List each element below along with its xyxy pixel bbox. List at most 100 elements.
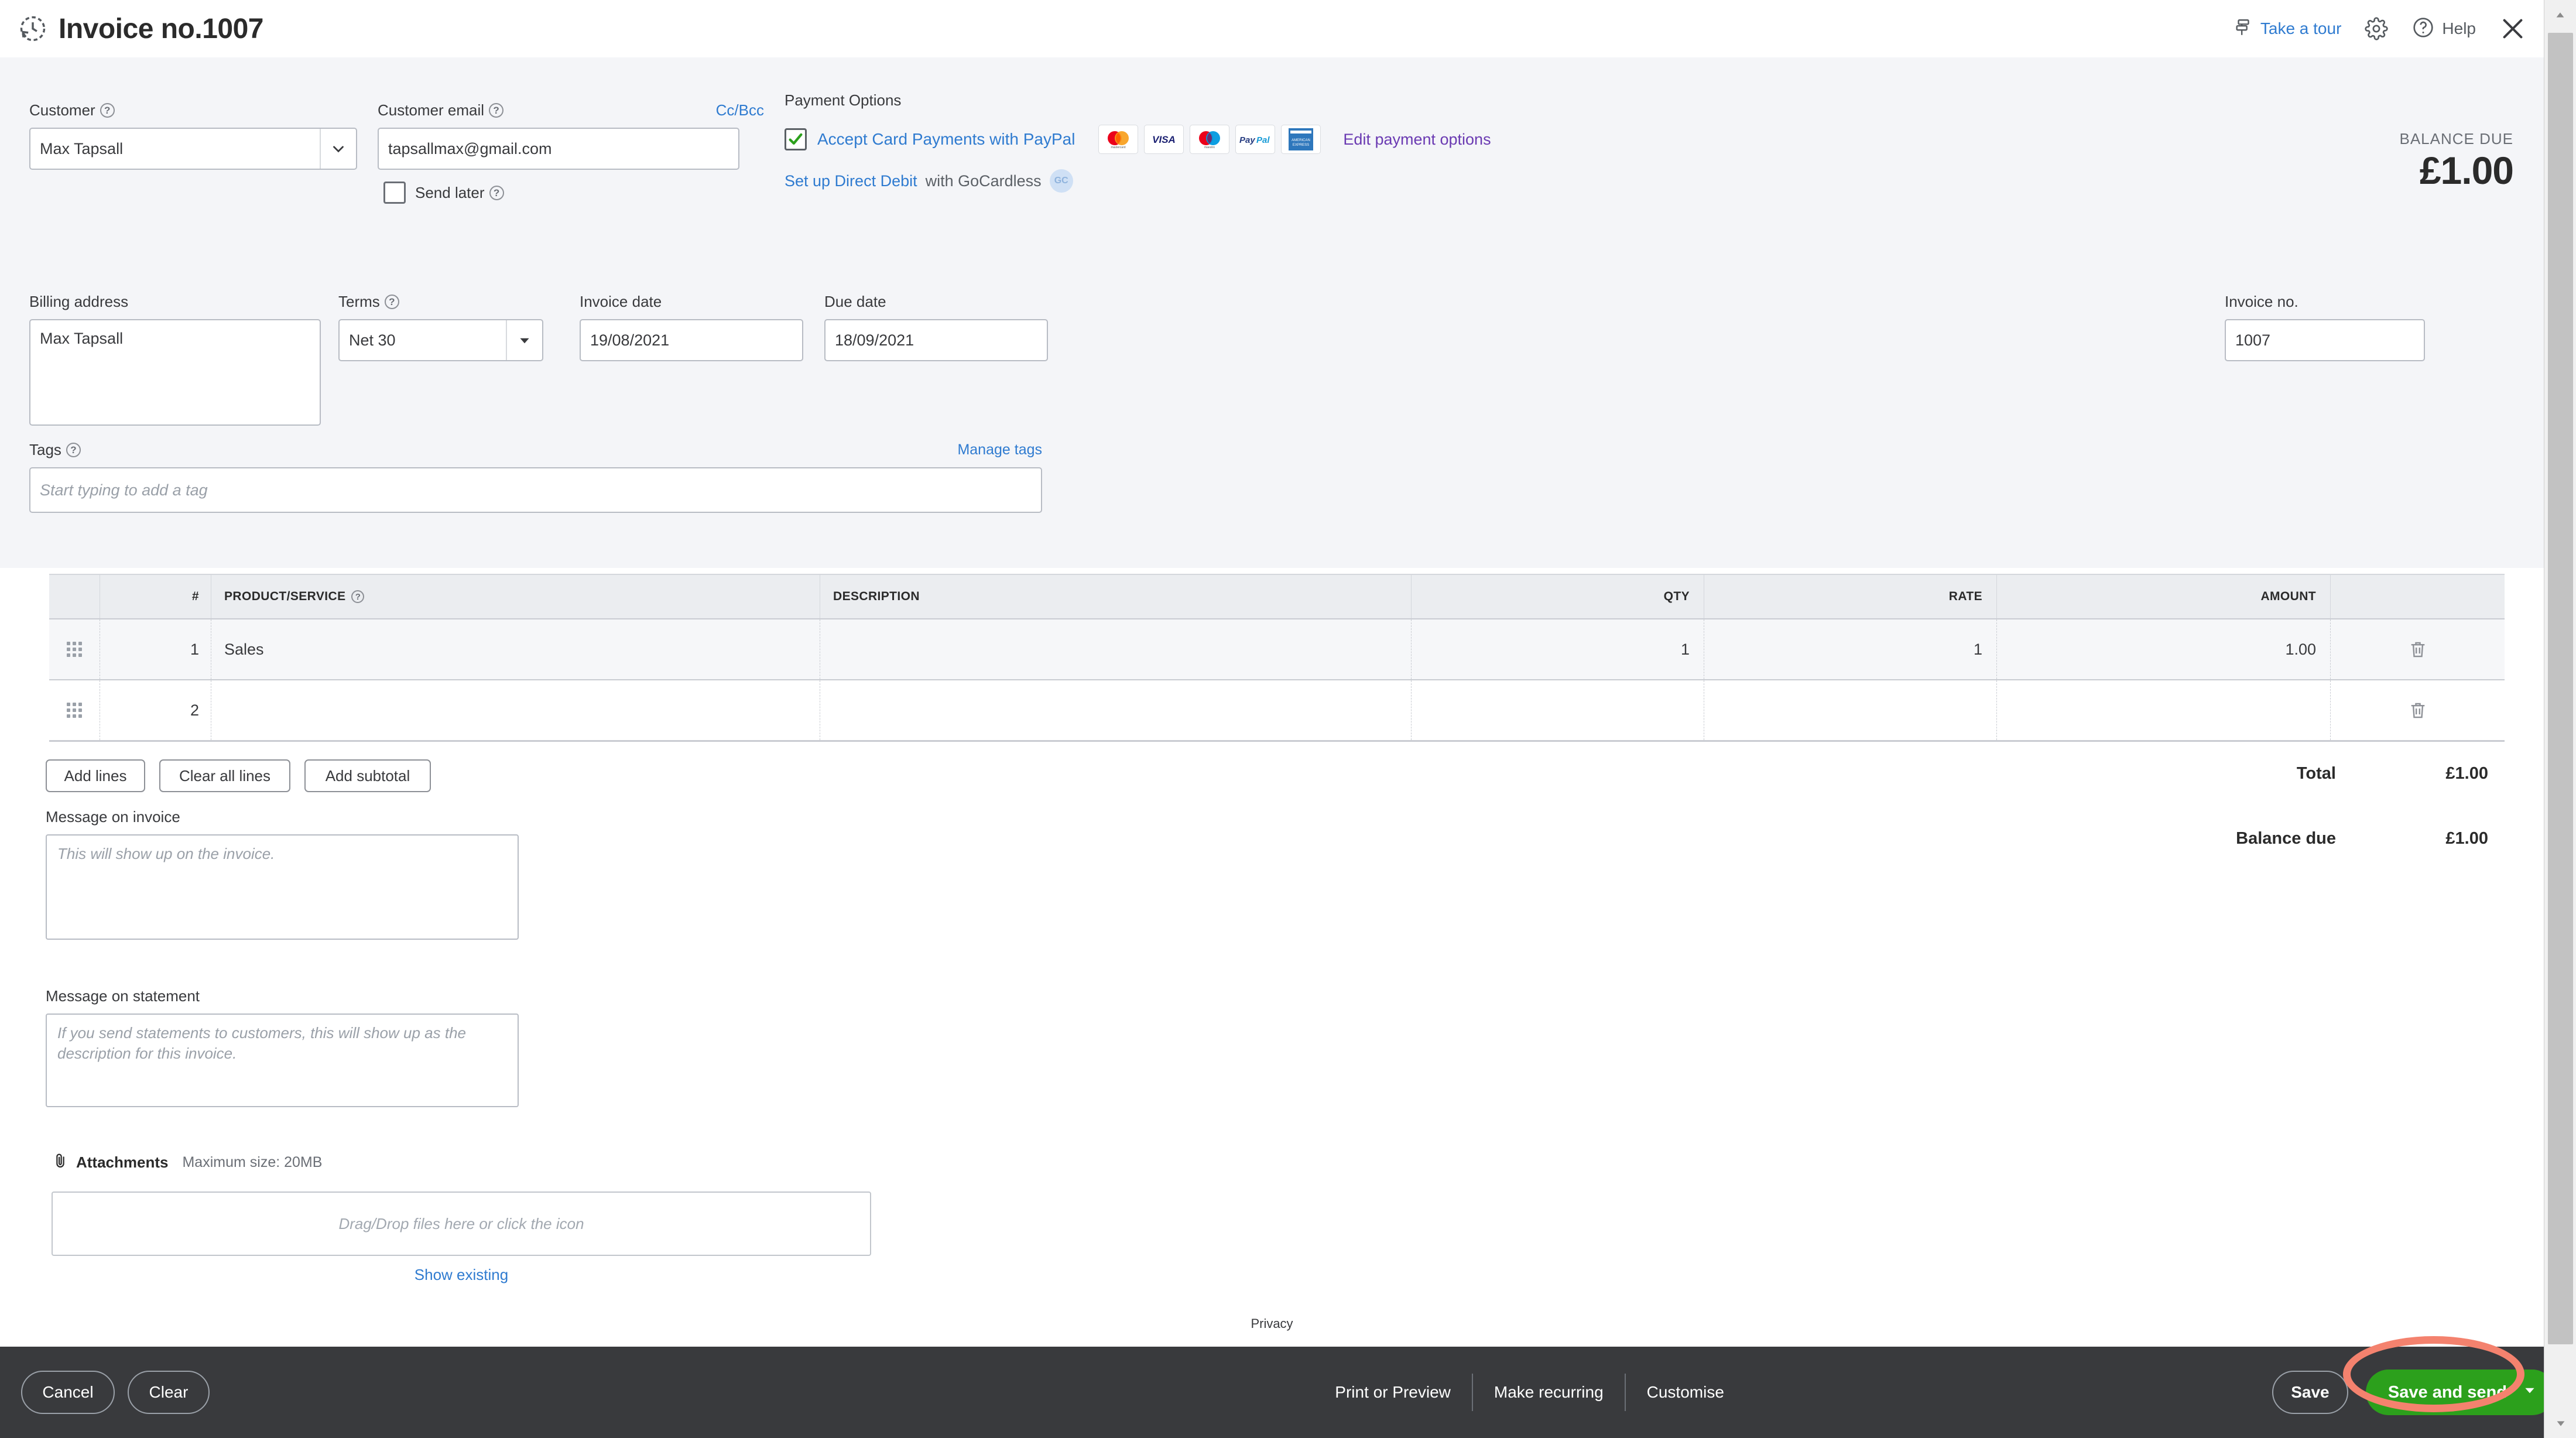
tags-input[interactable]: Start typing to add a tag: [29, 467, 1042, 513]
row-qty[interactable]: [1411, 680, 1704, 740]
question-mark-icon[interactable]: ?: [66, 443, 81, 457]
svg-text:Pal: Pal: [1256, 135, 1270, 145]
svg-text:mastercard: mastercard: [1111, 146, 1126, 149]
question-mark-icon[interactable]: ?: [351, 590, 365, 603]
table-row[interactable]: 1 Sales 1 1 1.00: [49, 618, 2505, 679]
row-product[interactable]: [211, 680, 820, 740]
question-mark-icon[interactable]: ?: [489, 185, 504, 200]
table-row[interactable]: 2: [49, 679, 2505, 740]
invoice-editor-page: Invoice no.1007 Take a tour Help Custome…: [0, 0, 2576, 1438]
message-on-statement-textarea[interactable]: If you send statements to customers, thi…: [46, 1014, 519, 1107]
totals-block: Total £1.00 Balance due £1.00: [2078, 764, 2506, 848]
payment-options-group: Payment Options Accept Card Payments wit…: [785, 91, 1491, 193]
mastercard-icon: mastercard: [1098, 125, 1139, 154]
row-number: 2: [100, 680, 211, 740]
invoice-no-group: Invoice no. 1007: [2225, 293, 2425, 361]
gear-icon[interactable]: [2365, 17, 2388, 40]
print-or-preview-button[interactable]: Print or Preview: [1314, 1383, 1472, 1402]
trash-icon[interactable]: [2330, 680, 2505, 740]
gocardless-badge-icon: GC: [1049, 169, 1073, 193]
cc-bcc-link[interactable]: Cc/Bcc: [716, 101, 764, 119]
total-value: £1.00: [2445, 764, 2488, 783]
invoice-date-input[interactable]: 19/08/2021: [580, 319, 803, 361]
customise-button[interactable]: Customise: [1626, 1383, 1745, 1402]
add-lines-button[interactable]: Add lines: [46, 759, 145, 792]
close-icon[interactable]: [2499, 15, 2526, 42]
caret-down-icon[interactable]: [2522, 1382, 2537, 1402]
send-later-row[interactable]: Send later ?: [378, 182, 764, 204]
drag-handle-icon[interactable]: [49, 619, 100, 679]
invoice-no-input[interactable]: 1007: [2225, 319, 2425, 361]
line-items-table: # PRODUCT/SERVICE ? DESCRIPTION QTY RATE…: [49, 574, 2505, 742]
message-on-invoice-textarea[interactable]: This will show up on the invoice.: [46, 834, 519, 940]
accept-card-label[interactable]: Accept Card Payments with PayPal: [817, 130, 1075, 149]
question-mark-icon[interactable]: ?: [489, 103, 504, 118]
vertical-scrollbar[interactable]: [2544, 0, 2576, 1438]
row-product[interactable]: Sales: [211, 619, 820, 679]
visa-icon: VISA: [1144, 125, 1184, 154]
row-amount: [1996, 680, 2330, 740]
customer-select[interactable]: Max Tapsall: [29, 128, 357, 170]
customer-field-group: Customer ? Max Tapsall: [29, 101, 357, 170]
edit-payment-options-link[interactable]: Edit payment options: [1343, 131, 1491, 149]
row-description[interactable]: [820, 680, 1411, 740]
attachments-label: Attachments: [76, 1153, 169, 1171]
col-rate: RATE: [1704, 575, 1996, 618]
help-label: Help: [2442, 19, 2476, 37]
row-qty[interactable]: 1: [1411, 619, 1704, 679]
maestro-icon: maestro: [1190, 125, 1230, 154]
due-date-input[interactable]: 18/09/2021: [824, 319, 1048, 361]
setup-direct-debit-link[interactable]: Set up Direct Debit: [785, 172, 917, 190]
add-subtotal-button[interactable]: Add subtotal: [304, 759, 431, 792]
make-recurring-button[interactable]: Make recurring: [1473, 1383, 1625, 1402]
accept-card-checkbox[interactable]: [785, 128, 807, 150]
billing-address-label: Billing address: [29, 293, 129, 310]
direct-debit-row: Set up Direct Debit with GoCardless GC: [785, 169, 1491, 193]
attachments-dropzone[interactable]: Drag/Drop files here or click the icon: [52, 1192, 871, 1256]
due-date-label: Due date: [824, 293, 886, 310]
accept-card-row: Accept Card Payments with PayPal masterc…: [785, 125, 1491, 154]
save-button[interactable]: Save: [2272, 1371, 2348, 1414]
customer-email-group: Customer email ? Cc/Bcc tapsallmax@gmail…: [378, 101, 764, 204]
clear-all-lines-button[interactable]: Clear all lines: [159, 759, 290, 792]
scroll-up-button[interactable]: [2544, 0, 2576, 29]
svg-text:Pay: Pay: [1239, 135, 1255, 145]
drag-handle-icon[interactable]: [49, 680, 100, 740]
chevron-down-icon[interactable]: [320, 129, 356, 169]
scrollbar-thumb[interactable]: [2548, 33, 2573, 1344]
row-rate[interactable]: [1704, 680, 1996, 740]
help-button[interactable]: Help: [2411, 16, 2476, 42]
line-item-actions: Add lines Clear all lines Add subtotal: [46, 759, 431, 792]
balance-due-amount: £1.00: [2419, 149, 2514, 192]
svg-text:EXPRESS: EXPRESS: [1293, 143, 1309, 147]
billing-address-textarea[interactable]: Max Tapsall: [29, 319, 321, 426]
terms-select[interactable]: Net 30: [338, 319, 543, 361]
trash-icon[interactable]: [2330, 619, 2505, 679]
question-mark-icon[interactable]: ?: [100, 103, 115, 118]
amex-icon: AMERICAN EXPRESS: [1281, 125, 1321, 154]
balance-due-row-label: Balance due: [2236, 829, 2336, 848]
tags-label: Tags ?: [29, 441, 81, 459]
take-a-tour-button[interactable]: Take a tour: [2234, 18, 2341, 40]
message-on-statement-label: Message on statement: [46, 987, 200, 1005]
gocardless-text: with GoCardless: [925, 172, 1042, 190]
cancel-button[interactable]: Cancel: [21, 1371, 115, 1414]
manage-tags-link[interactable]: Manage tags: [957, 441, 1042, 458]
tags-group: Tags ? Manage tags Start typing to add a…: [29, 441, 1042, 513]
action-footer: Cancel Clear Print or Preview Make recur…: [0, 1347, 2576, 1438]
send-later-checkbox[interactable]: [383, 182, 406, 204]
footer-right-actions: Save Save and send: [1745, 1369, 2576, 1415]
row-rate[interactable]: 1: [1704, 619, 1996, 679]
privacy-link[interactable]: Privacy: [0, 1316, 2544, 1331]
customer-email-input[interactable]: tapsallmax@gmail.com: [378, 128, 739, 170]
clear-button[interactable]: Clear: [128, 1371, 210, 1414]
invoice-form-panel: Customer ? Max Tapsall Customer email ? …: [0, 57, 2544, 568]
row-description[interactable]: [820, 619, 1411, 679]
question-mark-icon[interactable]: ?: [384, 295, 399, 309]
customer-email-label: Customer email ?: [378, 101, 504, 119]
svg-text:VISA: VISA: [1153, 134, 1176, 145]
scroll-down-button[interactable]: [2544, 1409, 2576, 1438]
caret-down-icon[interactable]: [506, 320, 542, 360]
show-existing-link[interactable]: Show existing: [52, 1266, 871, 1284]
save-and-send-button[interactable]: Save and send: [2365, 1369, 2555, 1415]
